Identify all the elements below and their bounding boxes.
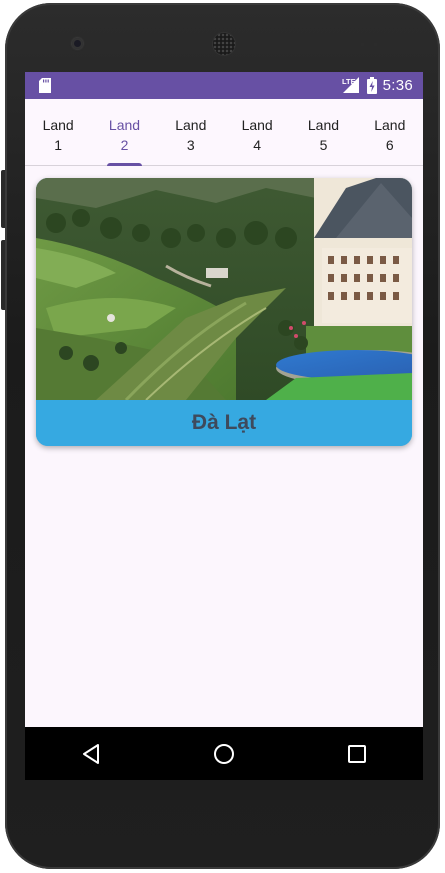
- status-icons: LTE 5:36: [341, 76, 413, 94]
- land-card[interactable]: Đà Lạt: [36, 178, 412, 446]
- tab-land-6[interactable]: Land 6: [357, 99, 423, 165]
- tab-label-line1: Land: [108, 117, 141, 133]
- tab-land-2[interactable]: Land 2: [91, 99, 157, 166]
- tab-land-5[interactable]: Land 5: [290, 99, 356, 165]
- tab-label-line1: Land: [42, 117, 74, 133]
- tab-land-3[interactable]: Land 3: [158, 99, 224, 165]
- clock: 5:36: [382, 76, 413, 94]
- land-tab-bar: Land 1 Land 2 Land 3 Land 4 Land 5 Land: [25, 99, 423, 166]
- front-camera: [72, 38, 83, 49]
- land-photo: [36, 178, 412, 400]
- network-type-label: LTE: [342, 77, 356, 86]
- proximity-sensor: [360, 42, 365, 47]
- tab-land-1[interactable]: Land 1: [25, 99, 91, 165]
- recents-button[interactable]: [327, 727, 387, 780]
- back-button[interactable]: [61, 727, 121, 780]
- tab-label-line2: 4: [253, 137, 262, 153]
- tab-label-line1: Land: [241, 117, 273, 133]
- home-button[interactable]: [194, 727, 254, 780]
- land-title: Đà Lạt: [36, 400, 412, 446]
- screen: LTE 5:36 Land 1 Land 2 Land 3 Land 4 Lan…: [25, 72, 423, 780]
- selected-tab-indicator: [106, 163, 142, 166]
- sd-card-icon: [39, 78, 51, 93]
- earpiece-speaker: [213, 33, 235, 55]
- tab-land-4[interactable]: Land 4: [224, 99, 290, 165]
- recents-icon: [347, 744, 366, 763]
- tab-label-line2: 3: [186, 137, 195, 153]
- status-bar: LTE 5:36: [25, 72, 423, 99]
- battery-charging-icon: [366, 76, 377, 94]
- tab-label-line1: Land: [374, 117, 406, 133]
- back-icon: [83, 743, 100, 764]
- tab-label-line2: 1: [54, 137, 63, 153]
- phone-frame: LTE 5:36 Land 1 Land 2 Land 3 Land 4 Lan…: [0, 0, 445, 873]
- tab-label-line2: 5: [319, 137, 328, 153]
- light-sensor: [373, 42, 378, 47]
- tab-label-line1: Land: [175, 117, 207, 133]
- system-nav-bar: [25, 727, 423, 780]
- tab-label-line2: 2: [120, 137, 129, 153]
- signal-icon: LTE: [342, 77, 359, 93]
- tab-label-line1: Land: [307, 117, 340, 133]
- tab-label-line2: 6: [385, 137, 394, 153]
- home-icon: [213, 743, 234, 764]
